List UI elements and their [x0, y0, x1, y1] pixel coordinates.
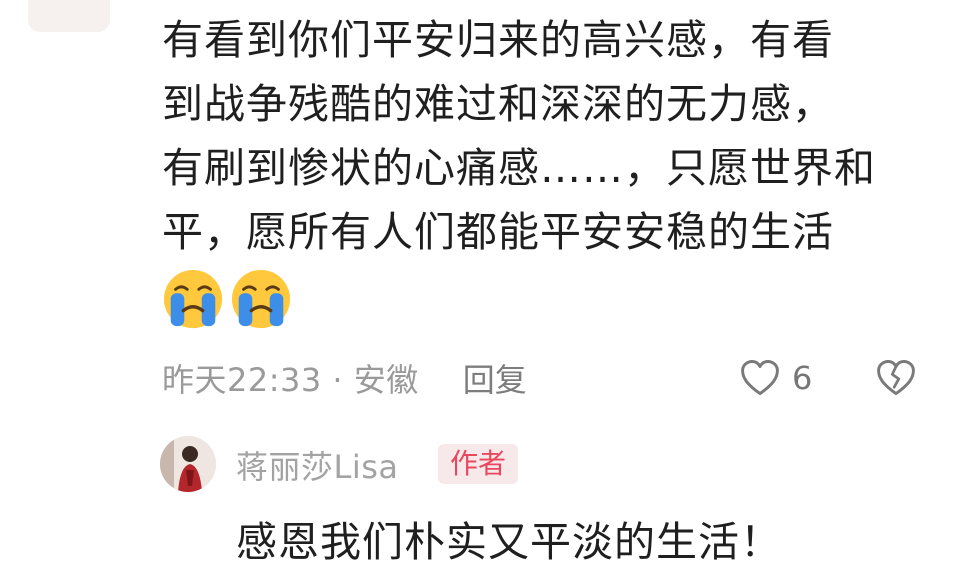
comment-body: 有看到你们平安归来的高兴感，有看 到战争残酷的难过和深深的无力感， 有刷到惨状的…	[162, 8, 922, 264]
comment-meta: 昨天22:33 · 安徽 回复 6	[162, 350, 922, 406]
comment-emojis	[162, 268, 292, 332]
crying-face-icon	[230, 268, 292, 332]
comment-line: 平，愿所有人们都能平安安稳的生活	[162, 208, 834, 256]
avatar[interactable]	[160, 436, 216, 492]
crying-face-icon	[162, 268, 224, 332]
timestamp-location: 昨天22:33 · 安徽	[162, 361, 419, 399]
comment-line: 有看到你们平安归来的高兴感，有看	[162, 16, 834, 64]
heart-icon	[738, 356, 782, 400]
comment-line: 有刷到惨状的心痛感……，只愿世界和	[162, 144, 876, 192]
reply-text: 感恩我们朴实又平淡的生活！	[236, 518, 782, 566]
like-button[interactable]: 6	[738, 356, 812, 400]
reply-author-name[interactable]: 蒋丽莎Lisa	[236, 442, 399, 488]
comment-line: 到战争残酷的难过和深深的无力感，	[162, 80, 834, 128]
reply-button[interactable]: 回复	[463, 355, 527, 401]
like-count: 6	[792, 359, 813, 397]
previous-comment-thumbnail	[28, 0, 110, 32]
broken-heart-icon[interactable]	[874, 356, 918, 400]
author-badge: 作者	[438, 444, 519, 484]
